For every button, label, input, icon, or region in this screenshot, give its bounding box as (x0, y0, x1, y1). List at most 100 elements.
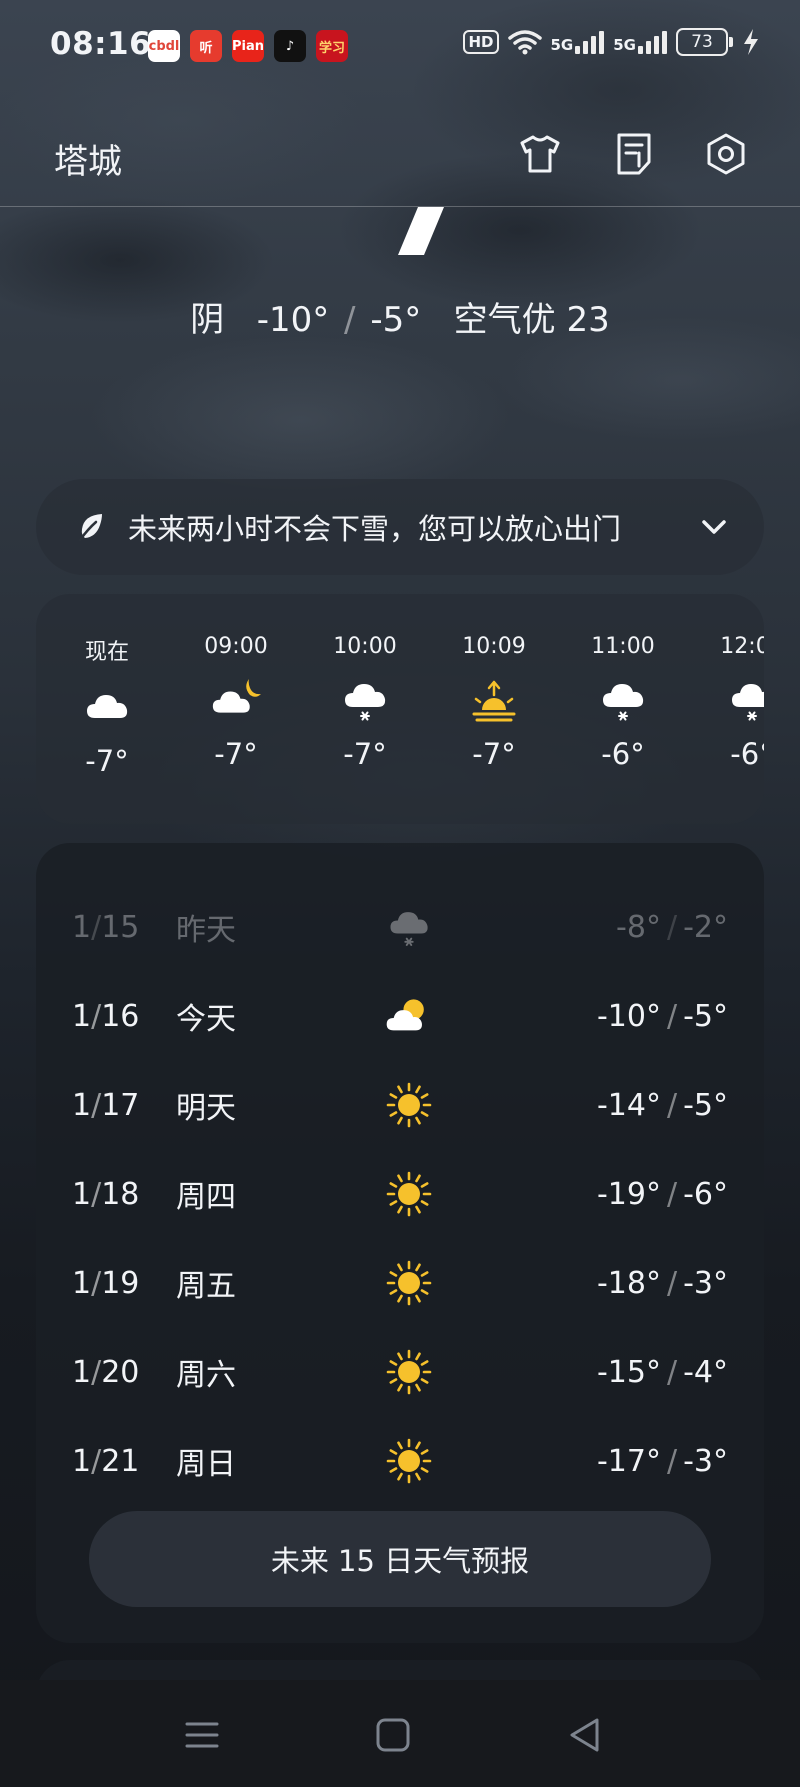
battery-level: 73 (676, 28, 728, 56)
daily-row[interactable]: 1/18 周四 -19° / -6° (36, 1154, 764, 1234)
network-type-2: 5G (613, 35, 636, 54)
hour-temp: -6° (601, 737, 645, 771)
hour-time: 12:00 (720, 634, 764, 659)
date-day: 19 (101, 1265, 140, 1301)
day-temp-range: -8° / -2° (616, 909, 728, 945)
hour-temp: -6° (730, 737, 764, 771)
daily-row[interactable]: 1/21 周日 -17° / -3° (36, 1421, 764, 1501)
date-month: 1 (72, 1176, 92, 1212)
day-date: 1/17 (72, 1087, 140, 1123)
city-name[interactable]: 塔城 (54, 134, 122, 183)
date-day: 16 (101, 998, 140, 1034)
day-high: -3° (683, 1265, 728, 1301)
tshirt-icon (520, 135, 560, 173)
hourly-item: 09:00 -7° (181, 594, 291, 771)
snow-icon (725, 677, 764, 723)
xuexi-app-icon: 学习 (316, 30, 348, 62)
hour-temp: -7° (85, 744, 129, 778)
hour-time: 现在 (84, 640, 129, 665)
day-name: 明天 (176, 1091, 236, 1126)
day-high: -3° (683, 1443, 728, 1479)
day-date: 1/18 (72, 1176, 140, 1212)
hourly-forecast-card[interactable]: 现在 -7° 09:00 -7° 10:00 -7° 10:09 -7° 11:00 -6° 12:… (36, 594, 764, 824)
home-square-icon[interactable] (368, 1710, 418, 1760)
current-high: -5° (370, 300, 422, 340)
daily-row[interactable]: 1/15 昨天 -8° / -2° (36, 887, 764, 967)
snow-icon (338, 677, 392, 723)
status-bar: 08:16 cbdl 听 Pian ♪ 学习 HD 5G 5G 73 (0, 0, 800, 92)
day-name: 今天 (176, 1002, 236, 1037)
day-name: 周六 (176, 1358, 236, 1393)
snow-icon (596, 677, 650, 723)
day-date: 1/16 (72, 998, 140, 1034)
hour-temp: -7° (343, 737, 387, 771)
day-temp-range: -19° / -6° (596, 1176, 728, 1212)
day-date: 1/19 (72, 1265, 140, 1301)
cloudy-moon-icon (209, 677, 263, 723)
tiktok-app-icon: ♪ (274, 30, 306, 62)
day-name: 周五 (176, 1269, 236, 1304)
day-low: -18° (596, 1265, 661, 1301)
temp-separator: / (344, 300, 356, 340)
air-quality[interactable]: 空气优 23 (454, 300, 610, 340)
notification-app-icons: cbdl 听 Pian ♪ 学习 (148, 30, 348, 62)
notes-button[interactable] (608, 128, 660, 180)
daily-row[interactable]: 1/20 周六 -15° / -4° (36, 1332, 764, 1412)
app-header: 塔城 (0, 100, 800, 207)
back-triangle-icon[interactable] (560, 1710, 610, 1760)
current-condition: 阴 (190, 300, 225, 340)
day-low: -17° (596, 1443, 661, 1479)
wifi-icon (507, 30, 542, 55)
day-low: -14° (596, 1087, 661, 1123)
chevron-down-icon[interactable] (698, 511, 730, 543)
fifteen-day-forecast-button[interactable]: 未来 15 日天气预报 (89, 1511, 711, 1607)
current-low: -10° (256, 300, 330, 340)
battery-icon: 73 (676, 28, 733, 56)
gear-icon (707, 133, 745, 175)
temperature-glyph-fragment (398, 207, 444, 255)
day-low: -15° (596, 1354, 661, 1390)
clock: 08:16 (50, 26, 152, 62)
hourly-item: 12:00 -6° (697, 594, 764, 771)
sunny-icon (384, 1347, 434, 1397)
day-name: 周四 (176, 1180, 236, 1215)
date-day: 17 (101, 1087, 140, 1123)
pinduoduo-app-icon: Pian (232, 30, 264, 62)
date-month: 1 (72, 1443, 92, 1479)
settings-button[interactable] (700, 128, 752, 180)
hd-voice-icon: HD (463, 30, 499, 54)
day-low: -8° (616, 909, 661, 945)
day-low: -10° (596, 998, 661, 1034)
dress-advice-button[interactable] (514, 128, 566, 180)
signal-1-icon: 5G (551, 30, 605, 54)
charging-bolt-icon (744, 29, 758, 55)
hour-time: 10:00 (333, 634, 397, 659)
menu-icon[interactable] (177, 1710, 227, 1760)
hour-time: 11:00 (591, 634, 655, 659)
date-day: 15 (101, 909, 140, 945)
system-navigation-bar (0, 1680, 800, 1787)
cloudy-icon (80, 684, 134, 730)
date-day: 20 (101, 1354, 140, 1390)
partly-cloudy-icon (384, 991, 434, 1041)
daily-row[interactable]: 1/17 明天 -14° / -5° (36, 1065, 764, 1145)
daily-row[interactable]: 1/16 今天 -10° / -5° (36, 976, 764, 1056)
current-weather-summary: 阴 -10° / -5° 空气优 23 (0, 292, 800, 341)
date-month: 1 (72, 909, 92, 945)
ting-app-icon: 听 (190, 30, 222, 62)
sunny-icon (384, 1169, 434, 1219)
day-low: -19° (596, 1176, 661, 1212)
day-high: -2° (683, 909, 728, 945)
hourly-item: 10:00 -7° (310, 594, 420, 771)
hourly-item: 10:09 -7° (439, 594, 549, 771)
snow-icon (384, 902, 434, 952)
precipitation-alert[interactable]: 未来两小时不会下雪，您可以放心出门 (36, 479, 764, 575)
hour-temp: -7° (214, 737, 258, 771)
day-temp-range: -15° / -4° (596, 1354, 728, 1390)
sunny-icon (384, 1080, 434, 1130)
daily-row[interactable]: 1/19 周五 -18° / -3° (36, 1243, 764, 1323)
day-temp-range: -14° / -5° (596, 1087, 728, 1123)
hourly-item: 现在 -7° (52, 594, 162, 778)
daily-forecast-card: 1/15 昨天 -8° / -2° 1/16 今天 -10° / -5° 1/17 明天 -14° / -5… (36, 843, 764, 1643)
day-name: 周日 (176, 1447, 236, 1482)
